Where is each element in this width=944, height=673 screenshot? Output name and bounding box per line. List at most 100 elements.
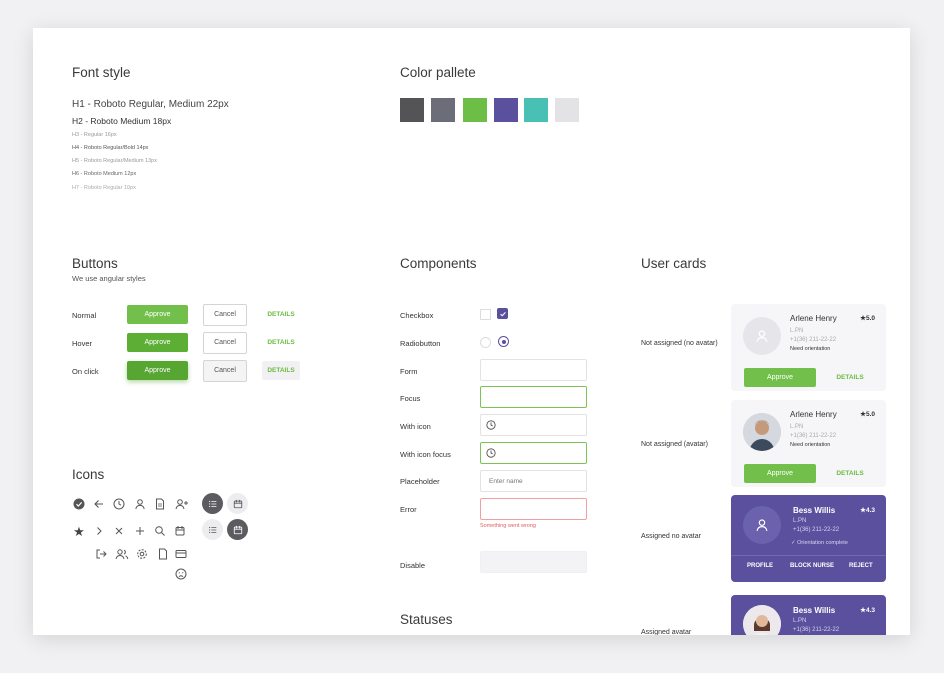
approve-button-hover[interactable]: Approve (127, 333, 188, 352)
star-icon: ★ (73, 523, 85, 539)
components-title: Components (400, 256, 477, 271)
focus-input[interactable] (480, 386, 587, 408)
calendar-icon[interactable] (227, 493, 248, 514)
type-row-h6: H6 - Roboto Medium 12px (72, 171, 137, 177)
card-details-button[interactable]: DETAILS (831, 368, 869, 387)
user-card-assigned-no-avatar[interactable]: Bess Willis ★4.3 L.PN +1(36) 211-22-22 ✓… (731, 495, 886, 582)
user-card-not-assigned-avatar[interactable]: Arlene Henry ★5.0 L.PN +1(36) 211-22-22 … (731, 400, 886, 487)
buttons-subtitle: We use angular styles (72, 274, 146, 283)
cancel-button[interactable]: Cancel (203, 304, 247, 326)
card-role: L.PN (790, 424, 804, 430)
icons-title: Icons (72, 467, 105, 482)
close-icon (113, 525, 125, 537)
file-icon (157, 548, 169, 560)
component-label-focus: Focus (400, 394, 421, 403)
card-name: Arlene Henry (790, 314, 837, 323)
radio-selected[interactable] (498, 336, 509, 347)
card-block-nurse-button[interactable]: BLOCK NURSE (790, 563, 834, 569)
avatar-placeholder (743, 317, 781, 355)
input-with-icon[interactable] (480, 414, 587, 436)
details-button[interactable]: DETAILS (262, 305, 300, 324)
search-icon (154, 525, 166, 537)
check-circle-icon (73, 498, 85, 510)
disabled-input (480, 551, 587, 573)
users-icon (115, 548, 129, 560)
card-icon (175, 548, 187, 560)
user-card-not-assigned-no-avatar[interactable]: Arlene Henry ★5.0 L.PN +1(36) 211-22-22 … (731, 304, 886, 391)
card-note: Need orientation (790, 442, 831, 448)
swatch-dark-gray (400, 98, 424, 122)
checkbox-checked[interactable] (497, 308, 508, 319)
card-label-no-avatar: Not assigned (no avatar) (641, 340, 718, 347)
avatar-photo (743, 413, 781, 451)
type-row-h2: H2 - Roboto Medium 18px (72, 116, 172, 126)
card-role: L.PN (790, 328, 804, 334)
settings-icon (136, 548, 148, 560)
cancel-button-hover[interactable]: Cancel (203, 332, 247, 354)
color-palette-title: Color pallete (400, 65, 476, 80)
cancel-button-click[interactable]: Cancel (203, 360, 247, 382)
list-icon-light[interactable] (202, 519, 223, 540)
card-approve-button[interactable]: Approve (744, 464, 816, 483)
clock-icon (486, 448, 496, 458)
card-divider (731, 555, 886, 556)
document-icon (154, 498, 166, 510)
swatch-purple (494, 98, 518, 122)
component-label-radio: Radiobutton (400, 339, 441, 348)
checkbox-unchecked[interactable] (480, 309, 491, 320)
font-style-title: Font style (72, 65, 131, 80)
card-phone: +1(36) 211-22-22 (793, 627, 840, 633)
card-role: L.PN (793, 518, 807, 524)
type-row-h7: H7 - Roboto Regular 10px (72, 185, 136, 191)
user-card-assigned-avatar[interactable]: Bess Willis ★4.3 L.PN +1(36) 211-22-22 (731, 595, 886, 635)
plus-icon (134, 525, 146, 537)
approve-button[interactable]: Approve (127, 305, 188, 324)
clock-icon (486, 420, 496, 430)
calendar-small-icon (174, 525, 186, 537)
card-approve-button[interactable]: Approve (744, 368, 816, 387)
card-name: Bess Willis (793, 606, 836, 615)
card-profile-button[interactable]: PROFILE (747, 563, 773, 569)
type-row-h5: H5 - Roboto Regular/Medium 13px (72, 158, 157, 164)
add-user-icon (175, 498, 189, 510)
type-row-h4: H4 - Roboto Regular/Bold 14px (72, 145, 149, 151)
details-button-click[interactable]: DETAILS (262, 361, 300, 380)
card-rating: ★5.0 (860, 411, 875, 418)
card-label-avatar: Not assigned (avatar) (641, 441, 708, 448)
arrow-left-icon (93, 498, 105, 510)
avatar-placeholder (743, 506, 781, 544)
card-note: Need orientation (790, 346, 831, 352)
form-input[interactable] (480, 359, 587, 381)
error-input[interactable] (480, 498, 587, 520)
card-details-button[interactable]: DETAILS (831, 464, 869, 483)
card-reject-button[interactable]: REJECT (849, 563, 873, 569)
logout-icon (95, 548, 107, 560)
swatch-teal (524, 98, 548, 122)
swatch-gray (431, 98, 455, 122)
button-state-hover: Hover (72, 339, 93, 348)
card-name: Arlene Henry (790, 410, 837, 419)
card-note: ✓ Orientation complete (791, 540, 848, 546)
approve-button-click[interactable]: Approve (127, 361, 188, 380)
user-cards-title: User cards (641, 256, 707, 271)
component-label-placeholder: Placeholder (400, 477, 440, 486)
component-label-form: Form (400, 367, 418, 376)
card-phone: +1(36) 211-22-22 (790, 433, 837, 439)
swatch-green (463, 98, 487, 122)
component-label-with-icon-focus: With icon focus (400, 450, 451, 459)
button-state-click: On click (72, 367, 99, 376)
radio-unselected[interactable] (480, 337, 491, 348)
type-row-h3: H3 - Regular 16px (72, 132, 117, 138)
details-button-hover[interactable]: DETAILS (262, 333, 300, 352)
buttons-title: Buttons (72, 256, 118, 271)
sad-face-icon (175, 568, 187, 580)
button-state-normal: Normal (72, 311, 97, 320)
list-icon[interactable] (202, 493, 223, 514)
type-row-h1: H1 - Roboto Regular, Medium 22px (72, 99, 229, 110)
card-role: L.PN (793, 618, 807, 624)
calendar-icon-dark[interactable] (227, 519, 248, 540)
component-label-disable: Disable (400, 561, 426, 570)
input-with-icon-focus[interactable] (480, 442, 587, 464)
component-label-with-icon: With icon (400, 422, 431, 431)
placeholder-input[interactable]: Enter name (480, 470, 587, 492)
